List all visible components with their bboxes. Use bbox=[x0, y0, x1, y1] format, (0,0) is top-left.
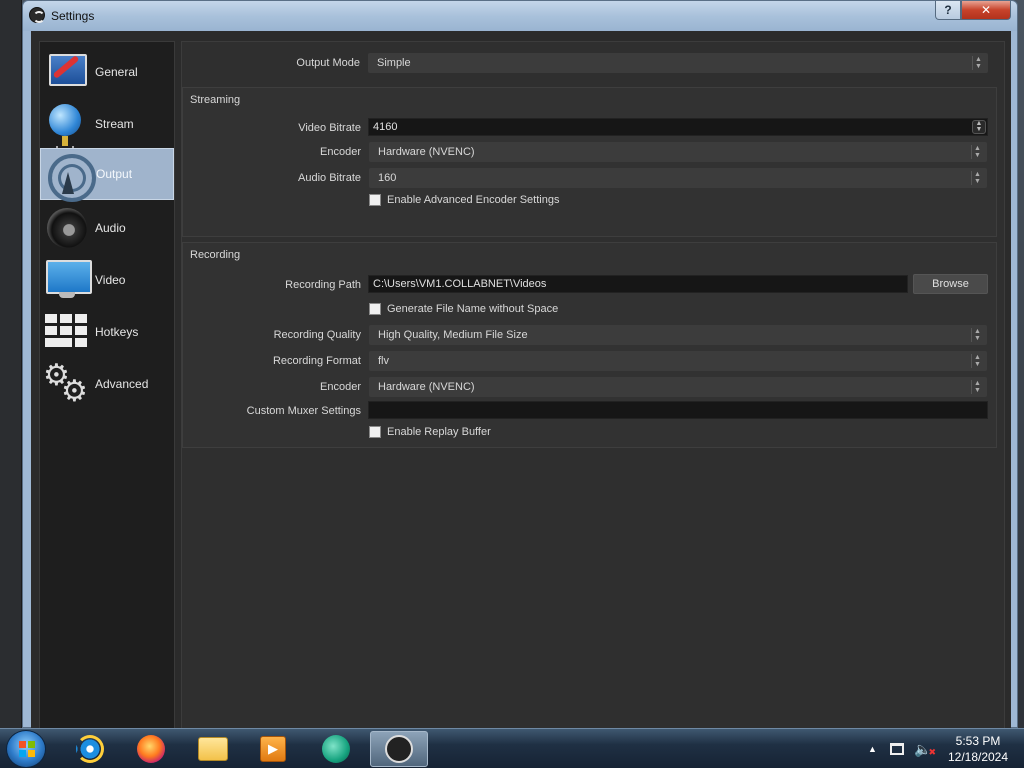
spin-arrows-icon[interactable]: ▲ ▼ bbox=[972, 120, 986, 134]
output-settings-panel: Output Mode Simple ▲ ▼ Streaming Video Bi… bbox=[181, 41, 1005, 729]
sidebar-item-video[interactable]: Video bbox=[40, 254, 174, 306]
settings-client-area: General Stream Output Audio Video Hotkey… bbox=[31, 31, 1011, 729]
no-space-label: Generate File Name without Space bbox=[387, 303, 559, 315]
settings-sidebar: General Stream Output Audio Video Hotkey… bbox=[39, 41, 175, 729]
stream-encoder-value: Hardware (NVENC) bbox=[378, 146, 475, 158]
sidebar-item-label: Advanced bbox=[95, 377, 149, 391]
recording-format-label: Recording Format bbox=[272, 355, 361, 367]
audio-bitrate-select[interactable]: 160 ▲ ▼ bbox=[369, 168, 987, 188]
sidebar-item-advanced[interactable]: Advanced bbox=[40, 358, 174, 410]
streaming-group: Streaming Video Bitrate 4160 ▲ ▼ Encoder … bbox=[182, 87, 997, 237]
sidebar-item-label: Stream bbox=[95, 117, 134, 131]
audio-speaker-icon bbox=[43, 204, 91, 252]
start-button-windows-icon[interactable] bbox=[6, 730, 46, 768]
stream-encoder-label: Encoder bbox=[320, 146, 361, 158]
settings-window: Settings ? ✕ General Stream Output Audio bbox=[22, 0, 1018, 729]
taskbar: ▲ 🔈 ✖ 5:53 PM 12/18/2024 bbox=[0, 728, 1024, 768]
title-bar[interactable]: Settings ? ✕ bbox=[23, 1, 1017, 31]
no-space-checkbox-row[interactable]: Generate File Name without Space bbox=[369, 303, 558, 315]
sidebar-item-label: Video bbox=[95, 273, 126, 287]
output-mode-select[interactable]: Simple ▲ ▼ bbox=[368, 53, 988, 73]
sidebar-item-label: General bbox=[95, 65, 138, 79]
hotkeys-keyboard-icon bbox=[43, 308, 91, 356]
firefox-icon[interactable] bbox=[131, 733, 171, 765]
advanced-encoder-checkbox-row[interactable]: Enable Advanced Encoder Settings bbox=[369, 194, 559, 206]
file-explorer-icon[interactable] bbox=[193, 733, 233, 765]
obs-app-icon bbox=[29, 7, 45, 23]
select-arrows-icon: ▲ ▼ bbox=[971, 328, 983, 342]
sidebar-item-general[interactable]: General bbox=[40, 46, 174, 98]
background-app-window[interactable] bbox=[0, 0, 22, 728]
select-arrows-icon: ▲ ▼ bbox=[971, 145, 983, 159]
help-button[interactable]: ? bbox=[935, 1, 961, 20]
browse-button[interactable]: Browse bbox=[913, 274, 988, 294]
recording-format-select[interactable]: flv ▲ ▼ bbox=[369, 351, 987, 371]
select-arrows-icon: ▲ ▼ bbox=[972, 56, 984, 70]
advanced-encoder-label: Enable Advanced Encoder Settings bbox=[387, 194, 560, 206]
close-button[interactable]: ✕ bbox=[961, 1, 1011, 20]
mute-x-icon: ✖ bbox=[928, 746, 936, 757]
stream-globe-icon bbox=[43, 100, 91, 148]
sidebar-item-audio[interactable]: Audio bbox=[40, 202, 174, 254]
volume-muted-icon[interactable]: 🔈 ✖ bbox=[914, 729, 936, 768]
clock-date: 12/18/2024 bbox=[947, 750, 1009, 764]
recording-encoder-select[interactable]: Hardware (NVENC) ▲ ▼ bbox=[369, 377, 987, 397]
output-mode-label: Output Mode bbox=[296, 57, 360, 69]
recording-quality-label: Recording Quality bbox=[273, 329, 361, 341]
select-arrows-icon: ▲ ▼ bbox=[971, 380, 983, 394]
replay-buffer-checkbox[interactable] bbox=[369, 426, 381, 438]
custom-muxer-input[interactable] bbox=[368, 401, 988, 419]
streaming-group-title: Streaming bbox=[190, 94, 241, 106]
sidebar-item-label: Output bbox=[96, 167, 133, 181]
obs-taskbar-icon[interactable] bbox=[370, 731, 428, 767]
recording-quality-value: High Quality, Medium File Size bbox=[378, 329, 528, 341]
select-arrows-icon: ▲ ▼ bbox=[971, 354, 983, 368]
clock-time: 5:53 PM bbox=[955, 734, 1001, 748]
no-space-checkbox[interactable] bbox=[369, 303, 381, 315]
sidebar-item-label: Audio bbox=[95, 221, 126, 235]
internet-explorer-icon[interactable] bbox=[70, 733, 110, 765]
sidebar-item-hotkeys[interactable]: Hotkeys bbox=[40, 306, 174, 358]
output-broadcast-icon bbox=[44, 150, 96, 202]
sidebar-item-stream[interactable]: Stream bbox=[40, 98, 174, 150]
window-title: Settings bbox=[51, 9, 95, 23]
teal-app-icon[interactable] bbox=[316, 733, 356, 765]
replay-buffer-label: Enable Replay Buffer bbox=[387, 426, 491, 438]
recording-group-title: Recording bbox=[190, 249, 241, 261]
video-monitor-icon bbox=[43, 256, 92, 304]
network-icon[interactable] bbox=[890, 729, 904, 768]
show-hidden-icons-arrow-icon[interactable]: ▲ bbox=[868, 729, 877, 768]
system-clock[interactable]: 5:53 PM 12/18/2024 bbox=[936, 733, 1020, 765]
audio-bitrate-label: Audio Bitrate bbox=[298, 172, 361, 184]
recording-encoder-label: Encoder bbox=[320, 381, 361, 393]
general-icon bbox=[43, 48, 91, 96]
sidebar-item-output[interactable]: Output bbox=[40, 148, 174, 202]
recording-group: Recording Recording Path C:\Users\VM1.CO… bbox=[182, 242, 997, 448]
output-mode-value: Simple bbox=[377, 57, 411, 69]
select-arrows-icon: ▲ ▼ bbox=[971, 171, 983, 185]
audio-bitrate-value: 160 bbox=[378, 172, 397, 184]
video-bitrate-spinbox[interactable]: 4160 ▲ ▼ bbox=[368, 118, 988, 136]
recording-encoder-value: Hardware (NVENC) bbox=[378, 381, 475, 393]
recording-path-label: Recording Path bbox=[285, 279, 361, 291]
recording-format-value: flv bbox=[378, 355, 389, 367]
custom-muxer-label: Custom Muxer Settings bbox=[246, 405, 361, 417]
media-player-icon[interactable] bbox=[253, 733, 293, 765]
video-bitrate-value: 4160 bbox=[373, 121, 398, 133]
replay-buffer-checkbox-row[interactable]: Enable Replay Buffer bbox=[369, 426, 491, 438]
recording-quality-select[interactable]: High Quality, Medium File Size ▲ ▼ bbox=[369, 325, 987, 345]
advanced-gears-icon bbox=[43, 358, 91, 409]
recording-path-input[interactable]: C:\Users\VM1.COLLABNET\Videos bbox=[368, 275, 908, 293]
stream-encoder-select[interactable]: Hardware (NVENC) ▲ ▼ bbox=[369, 142, 987, 162]
recording-path-value: C:\Users\VM1.COLLABNET\Videos bbox=[373, 278, 547, 290]
advanced-encoder-checkbox[interactable] bbox=[369, 194, 381, 206]
sidebar-item-label: Hotkeys bbox=[95, 325, 139, 339]
video-bitrate-label: Video Bitrate bbox=[298, 122, 361, 134]
